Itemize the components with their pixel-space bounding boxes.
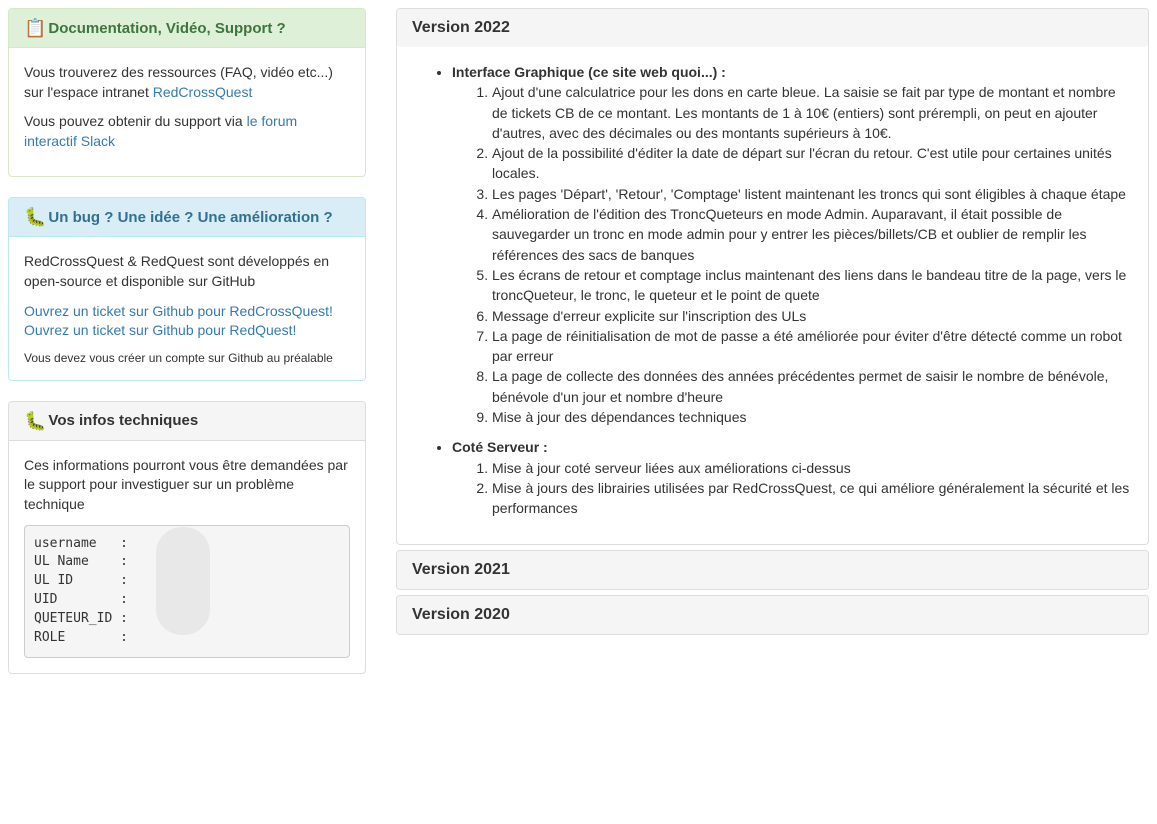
documentation-support: Vous pouvez obtenir du support via le fo… bbox=[24, 112, 350, 151]
ui-section: Interface Graphique (ce site web quoi...… bbox=[452, 62, 1133, 427]
server-list: Mise à jour coté serveur liées aux améli… bbox=[452, 458, 1133, 519]
tech-panel: 🐛 Vos infos techniques Ces informations … bbox=[8, 401, 366, 674]
queteur-label: QUETEUR_ID : bbox=[34, 611, 128, 626]
username-label: username : bbox=[34, 536, 128, 551]
redacted-values bbox=[156, 527, 210, 635]
version-2020-panel: Version 2020 bbox=[396, 595, 1149, 635]
bug-icon: 🐛 bbox=[24, 412, 46, 430]
documentation-intro: Vous trouverez des ressources (FAQ, vidé… bbox=[24, 63, 350, 102]
version-2022-panel: Version 2022 Interface Graphique (ce sit… bbox=[396, 8, 1149, 545]
documentation-panel-heading: 📋 Documentation, Vidéo, Support ? bbox=[9, 9, 365, 48]
ulname-label: UL Name : bbox=[34, 554, 128, 569]
bug-panel-title: Un bug ? Une idée ? Une amélioration ? bbox=[48, 209, 332, 226]
github-note: Vous devez vous créer un compte sur Gith… bbox=[24, 351, 350, 365]
ui-list: Ajout d'une calculatrice pour les dons e… bbox=[452, 82, 1133, 427]
clipboard-icon: 📋 bbox=[24, 19, 46, 37]
server-section: Coté Serveur : Mise à jour coté serveur … bbox=[452, 437, 1133, 518]
list-item: Ajout de la possibilité d'éditer la date… bbox=[492, 143, 1133, 184]
tech-panel-title: Vos infos techniques bbox=[48, 412, 198, 429]
github-rcq-link[interactable]: Ouvrez un ticket sur Github pour RedCros… bbox=[24, 303, 333, 319]
tech-info-block: username : UL Name : UL ID : UID : QUETE… bbox=[24, 525, 350, 658]
bug-intro: RedCrossQuest & RedQuest sont développés… bbox=[24, 252, 350, 291]
documentation-panel: 📋 Documentation, Vidéo, Support ? Vous t… bbox=[8, 8, 366, 177]
bug-icon: 🐛 bbox=[24, 208, 46, 226]
list-item: Mise à jour coté serveur liées aux améli… bbox=[492, 458, 1133, 478]
version-2021-panel: Version 2021 bbox=[396, 550, 1149, 590]
bug-panel-heading: 🐛 Un bug ? Une idée ? Une amélioration ? bbox=[9, 198, 365, 237]
list-item: La page de réinitialisation de mot de pa… bbox=[492, 326, 1133, 367]
list-item: Amélioration de l'édition des TroncQuete… bbox=[492, 204, 1133, 265]
github-rq-link[interactable]: Ouvrez un ticket sur Github pour RedQues… bbox=[24, 322, 296, 338]
ulid-label: UL ID : bbox=[34, 573, 128, 588]
list-item: Les pages 'Départ', 'Retour', 'Comptage'… bbox=[492, 184, 1133, 204]
version-2022-body: Interface Graphique (ce site web quoi...… bbox=[397, 47, 1148, 544]
list-item: Mise à jour des dépendances techniques bbox=[492, 407, 1133, 427]
role-label: ROLE : bbox=[34, 630, 128, 645]
version-2021-header[interactable]: Version 2021 bbox=[397, 551, 1148, 589]
version-2022-header[interactable]: Version 2022 bbox=[397, 9, 1148, 47]
list-item: Ajout d'une calculatrice pour les dons e… bbox=[492, 82, 1133, 143]
intranet-link[interactable]: RedCrossQuest bbox=[153, 84, 253, 100]
documentation-panel-title: Documentation, Vidéo, Support ? bbox=[48, 20, 285, 37]
list-item: Mise à jours des librairies utilisées pa… bbox=[492, 478, 1133, 519]
tech-intro: Ces informations pourront vous être dema… bbox=[24, 456, 350, 515]
bug-links: Ouvrez un ticket sur Github pour RedCros… bbox=[24, 302, 350, 341]
version-2020-header[interactable]: Version 2020 bbox=[397, 596, 1148, 634]
uid-label: UID : bbox=[34, 592, 128, 607]
bug-panel-body: RedCrossQuest & RedQuest sont développés… bbox=[9, 237, 365, 379]
list-item: Les écrans de retour et comptage inclus … bbox=[492, 265, 1133, 306]
server-heading: Coté Serveur : bbox=[452, 439, 548, 455]
bug-panel: 🐛 Un bug ? Une idée ? Une amélioration ?… bbox=[8, 197, 366, 380]
tech-panel-body: Ces informations pourront vous être dema… bbox=[9, 441, 365, 673]
list-item: Message d'erreur explicite sur l'inscrip… bbox=[492, 306, 1133, 326]
tech-panel-heading: 🐛 Vos infos techniques bbox=[9, 402, 365, 441]
ui-heading: Interface Graphique (ce site web quoi...… bbox=[452, 64, 726, 80]
documentation-panel-body: Vous trouverez des ressources (FAQ, vidé… bbox=[9, 48, 365, 176]
list-item: La page de collecte des données des anné… bbox=[492, 366, 1133, 407]
